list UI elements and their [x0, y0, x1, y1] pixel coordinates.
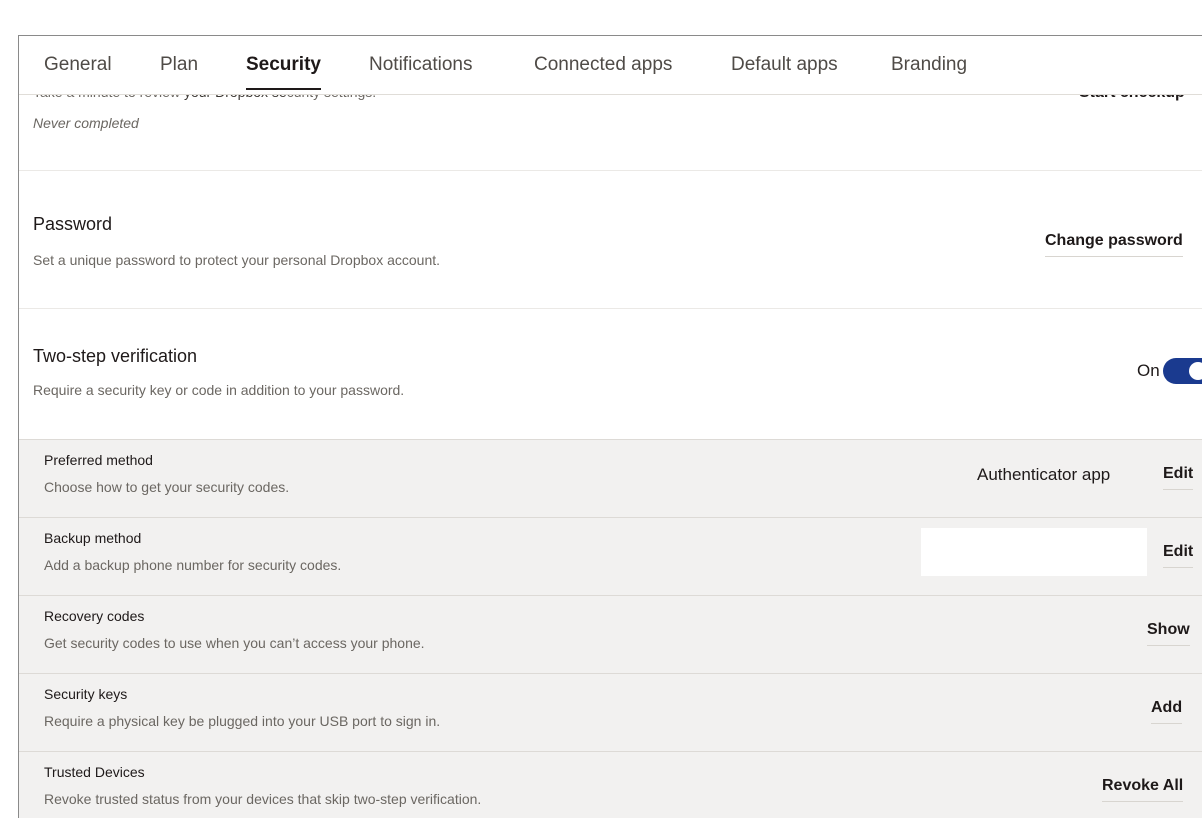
recovery-codes-row: Recovery codes Get security codes to use… — [19, 595, 1202, 674]
edit-preferred-method-button[interactable]: Edit — [1163, 465, 1194, 490]
trusted-devices-row: Trusted Devices Revoke trusted status fr… — [19, 751, 1202, 818]
two-step-description: Require a security key or code in additi… — [33, 382, 405, 398]
checkup-status: Never completed — [33, 115, 139, 131]
two-step-title: Two-step verification — [33, 346, 198, 366]
password-description: Set a unique password to protect your pe… — [33, 252, 441, 268]
security-keys-row: Security keys Require a physical key be … — [19, 673, 1202, 752]
tab-branding[interactable]: Branding — [891, 52, 967, 90]
preferred-method-row: Preferred method Choose how to get your … — [19, 439, 1202, 518]
tab-notifications[interactable]: Notifications — [369, 52, 473, 90]
security-keys-title: Security keys — [44, 686, 128, 702]
divider — [19, 308, 1202, 309]
tab-default-apps[interactable]: Default apps — [731, 52, 838, 90]
toggle-knob — [1189, 362, 1202, 380]
recovery-codes-description: Get security codes to use when you can’t… — [44, 635, 425, 651]
add-security-key-button[interactable]: Add — [1151, 699, 1183, 724]
settings-frame: Take a minute to review your Dropbox sec… — [18, 35, 1202, 818]
change-password-button[interactable]: Change password — [1045, 232, 1183, 257]
tab-general[interactable]: General — [44, 52, 112, 90]
show-recovery-codes-button[interactable]: Show — [1147, 621, 1190, 646]
trusted-devices-description: Revoke trusted status from your devices … — [44, 791, 482, 807]
edit-backup-method-button[interactable]: Edit — [1163, 543, 1194, 568]
tab-security[interactable]: Security — [246, 52, 321, 90]
security-keys-description: Require a physical key be plugged into y… — [44, 713, 441, 729]
backup-method-redacted — [921, 528, 1147, 576]
preferred-method-description: Choose how to get your security codes. — [44, 479, 290, 495]
revoke-all-button[interactable]: Revoke All — [1102, 777, 1184, 802]
password-title: Password — [33, 214, 113, 234]
preferred-method-title: Preferred method — [44, 452, 153, 468]
two-step-options: Preferred method Choose how to get your … — [19, 439, 1202, 818]
trusted-devices-title: Trusted Devices — [44, 764, 145, 780]
two-step-toggle[interactable] — [1163, 358, 1202, 384]
tab-plan[interactable]: Plan — [160, 52, 198, 90]
backup-method-title: Backup method — [44, 530, 142, 546]
recovery-codes-title: Recovery codes — [44, 608, 145, 624]
backup-method-description: Add a backup phone number for security c… — [44, 557, 342, 573]
backup-method-row: Backup method Add a backup phone number … — [19, 517, 1202, 596]
tab-connected-apps[interactable]: Connected apps — [534, 52, 672, 90]
settings-tabs: General Plan Security Notifications Conn… — [19, 36, 1202, 95]
two-step-toggle-label: On — [1137, 361, 1160, 380]
divider — [19, 170, 1202, 171]
preferred-method-value: Authenticator app — [977, 465, 1111, 484]
